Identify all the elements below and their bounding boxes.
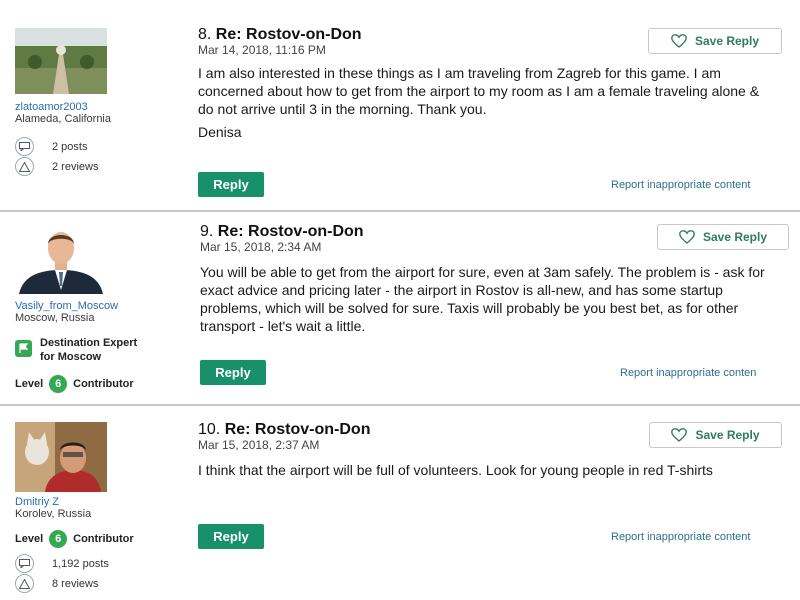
destination-expert-icon <box>15 340 32 357</box>
review-owl-icon <box>15 157 34 176</box>
post-body: I think that the airport will be full of… <box>198 462 713 478</box>
post-title: 10. Re: Rostov-on-Don <box>198 421 371 438</box>
level-badge: 6 <box>49 375 68 393</box>
post-count: 2 posts <box>15 137 87 156</box>
speech-bubble-icon <box>15 554 34 573</box>
post-title: 8. Re: Rostov-on-Don <box>198 26 362 43</box>
heart-icon <box>671 428 688 442</box>
contributor-level: Level 6 Contributor <box>15 375 134 393</box>
username[interactable]: Dmitriy Z <box>15 496 59 508</box>
reply-button[interactable]: Reply <box>198 172 264 197</box>
user-location: Korolev, Russia <box>15 508 92 520</box>
avatar[interactable] <box>15 422 107 492</box>
reply-post-9: Vasily_from_Moscow Moscow, Russia Destin… <box>0 212 800 410</box>
reply-button[interactable]: Reply <box>198 524 264 549</box>
post-title: 9. Re: Rostov-on-Don <box>200 223 364 240</box>
avatar[interactable] <box>15 224 107 294</box>
review-owl-icon <box>15 574 34 593</box>
save-reply-button[interactable]: Save Reply <box>649 422 782 448</box>
avatar[interactable] <box>15 28 107 94</box>
user-location: Alameda, California <box>15 113 111 125</box>
contributor-level: Level 6 Contributor <box>15 530 134 548</box>
report-link[interactable]: Report inappropriate content <box>611 531 750 543</box>
speech-bubble-icon <box>15 137 34 156</box>
reply-button[interactable]: Reply <box>200 360 266 385</box>
post-date: Mar 15, 2018, 2:34 AM <box>200 240 322 254</box>
user-location: Moscow, Russia <box>15 312 95 324</box>
report-link[interactable]: Report inappropriate conten <box>620 367 756 379</box>
save-reply-button[interactable]: Save Reply <box>648 28 782 54</box>
username[interactable]: zlatoamor2003 <box>15 101 88 113</box>
post-count: 1,192 posts <box>15 554 109 573</box>
report-link[interactable]: Report inappropriate content <box>611 179 750 191</box>
post-body: You will be able to get from the airport… <box>200 264 765 334</box>
save-reply-button[interactable]: Save Reply <box>657 224 789 250</box>
level-badge: 6 <box>49 530 68 548</box>
post-signature: Denisa <box>198 124 242 140</box>
heart-icon <box>679 230 695 244</box>
destination-expert-badge: Destination Expert for Moscow <box>15 336 137 364</box>
reply-post-8: zlatoamor2003 Alameda, California 2 post… <box>0 0 800 210</box>
heart-icon <box>671 34 687 48</box>
review-count: 2 reviews <box>15 157 98 176</box>
post-date: Mar 15, 2018, 2:37 AM <box>198 438 320 452</box>
username[interactable]: Vasily_from_Moscow <box>15 300 118 312</box>
post-date: Mar 14, 2018, 11:16 PM <box>198 43 326 57</box>
reply-post-10: Dmitriy Z Korolev, Russia Level 6 Contri… <box>0 406 800 600</box>
post-body: I am also interested in these things as … <box>198 65 760 117</box>
review-count: 8 reviews <box>15 574 98 593</box>
